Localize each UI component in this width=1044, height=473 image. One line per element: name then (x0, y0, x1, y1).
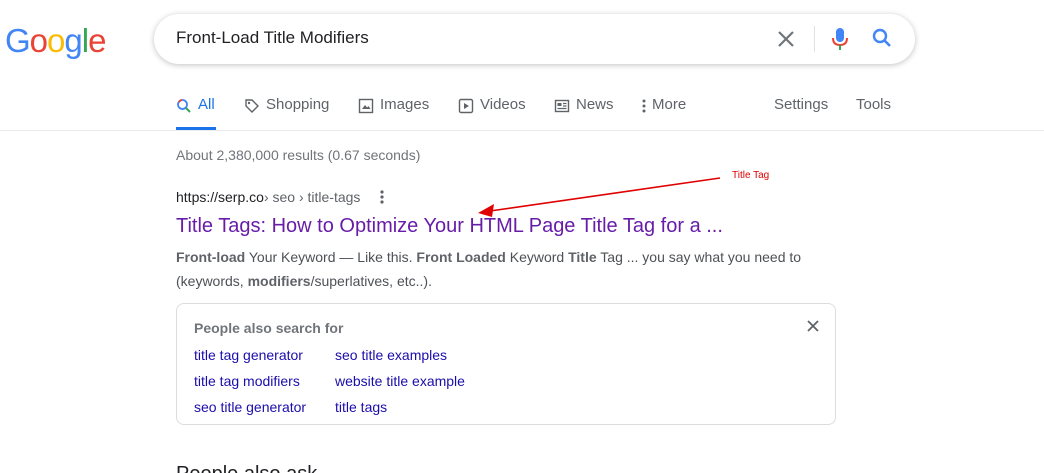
search-icon (177, 99, 191, 113)
logo-letter: e (88, 22, 106, 59)
close-icon[interactable] (805, 318, 821, 334)
related-search-link[interactable]: seo title examples (335, 347, 447, 363)
tab-all[interactable]: All (176, 96, 216, 130)
result-domain: https://serp.co (176, 189, 264, 205)
snippet-bold: Front-load (176, 249, 246, 265)
more-vert-icon (642, 99, 646, 113)
result-title-link[interactable]: Title Tags: How to Optimize Your HTML Pa… (176, 213, 836, 239)
related-search-link[interactable]: title tags (335, 399, 387, 415)
logo-letter: g (64, 22, 82, 59)
result-url: https://serp.co › seo › title-tags (176, 187, 836, 207)
tag-icon (245, 99, 259, 113)
search-input[interactable] (176, 28, 736, 48)
tab-label: Images (380, 96, 430, 113)
snippet-bold: Front Loaded (416, 249, 506, 265)
tab-label: News (576, 96, 614, 113)
more-vert-icon[interactable] (376, 188, 388, 206)
tab-label: More (652, 96, 687, 113)
search-result: https://serp.co › seo › title-tags Title… (176, 187, 836, 293)
search-divider (814, 26, 815, 52)
settings-link[interactable]: Settings (774, 96, 828, 130)
annotation-label: Title Tag (732, 170, 770, 181)
close-icon[interactable] (774, 27, 798, 51)
tab-videos[interactable]: Videos (458, 96, 526, 130)
tab-label: Videos (480, 96, 526, 113)
play-icon (458, 98, 474, 114)
related-search-link[interactable]: website title example (335, 373, 465, 389)
google-logo[interactable]: Google (5, 22, 106, 60)
snippet-bold: modifiers (247, 273, 311, 289)
logo-letter: G (5, 22, 31, 59)
tab-label: Shopping (266, 96, 330, 113)
snippet-bold: Title (568, 249, 597, 265)
header-divider (0, 130, 1044, 131)
image-icon (358, 98, 374, 114)
snippet-text: Your Keyword — Like this. (245, 249, 417, 265)
mic-icon[interactable] (828, 26, 852, 52)
tab-more[interactable]: More (640, 96, 686, 130)
related-search-link[interactable]: seo title generator (194, 399, 306, 415)
logo-letter: o (29, 22, 48, 59)
tab-label: All (198, 96, 215, 113)
result-path: › seo › title-tags (263, 189, 361, 205)
snippet-text: Keyword (505, 249, 569, 265)
search-box (154, 14, 915, 64)
search-icon[interactable] (870, 26, 894, 50)
related-search-link[interactable]: title tag generator (194, 347, 303, 363)
tab-news[interactable]: News (554, 96, 614, 130)
result-stats: About 2,380,000 results (0.67 seconds) (176, 147, 421, 163)
tools-link[interactable]: Tools (856, 96, 891, 130)
result-snippet: Front-load Your Keyword — Like this. Fro… (176, 245, 836, 293)
tab-shopping[interactable]: Shopping (244, 96, 329, 130)
tab-images[interactable]: Images (358, 96, 429, 130)
people-also-ask-heading: People also ask (176, 463, 317, 473)
snippet-text: /superlatives, etc..). (310, 273, 432, 289)
related-search-link[interactable]: title tag modifiers (194, 373, 300, 389)
people-also-search-title: People also search for (194, 320, 344, 336)
people-also-search-panel: People also search for title tag generat… (176, 303, 836, 425)
news-icon (554, 99, 570, 113)
logo-letter: o (47, 22, 65, 59)
